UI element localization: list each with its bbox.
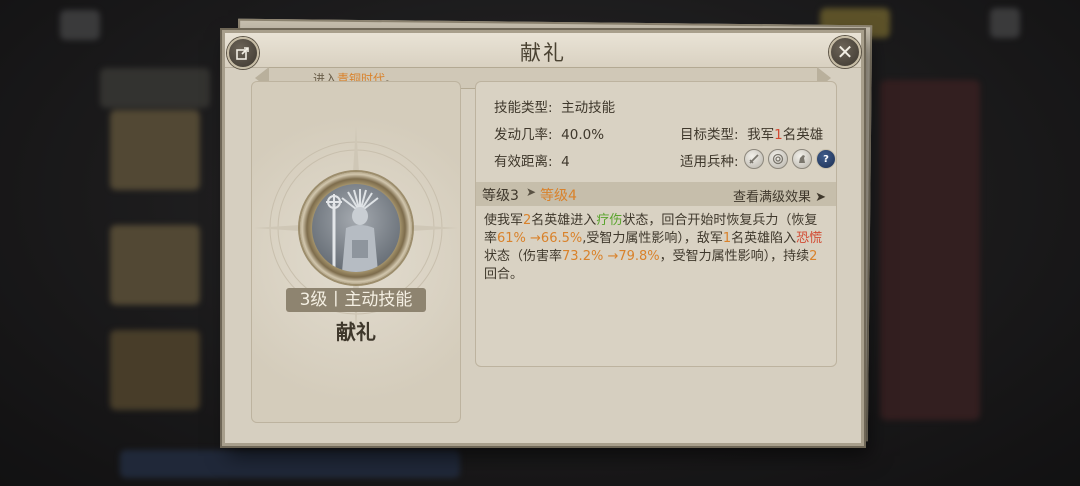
- skill-level-badge: 3级丨主动技能: [286, 288, 426, 312]
- troop-type-row: 适用兵种:: [680, 150, 739, 170]
- skill-type-value: 主动技能: [561, 100, 616, 116]
- desc-text: 名英雄陷入: [731, 231, 797, 246]
- level-arrow-icon: ➤: [526, 185, 537, 199]
- share-button[interactable]: [227, 37, 259, 69]
- target-type-row: 目标类型: 我军1名英雄: [680, 123, 823, 143]
- status-panic[interactable]: 恐慌: [796, 231, 822, 246]
- trigger-rate-label: 发动几率:: [494, 127, 553, 143]
- horse-icon[interactable]: [792, 149, 812, 169]
- sword-icon[interactable]: [744, 149, 764, 169]
- modal-title: 献礼: [520, 41, 566, 65]
- title-bar: 献礼 ✕: [225, 33, 861, 69]
- skill-description: 使我军2名英雄进入疗伤状态，回合开始时恢复兵力（恢复率61% →66.5%,受智…: [484, 212, 830, 284]
- desc-rate: 73.2% →79.8%: [562, 249, 660, 264]
- level-row: 等级3 ➤ 等级4 查看满级效果 ➤: [476, 182, 836, 206]
- target-icon[interactable]: [768, 149, 788, 169]
- target-suffix: 名英雄: [782, 127, 824, 143]
- target-type-label: 目标类型:: [680, 127, 739, 143]
- troop-type-label: 适用兵种:: [680, 154, 739, 170]
- skill-type-label: 技能类型:: [494, 100, 553, 116]
- target-prefix: 我军: [747, 127, 775, 143]
- skill-type-row: 技能类型: 主动技能: [494, 96, 615, 116]
- skill-name: 献礼: [336, 320, 376, 344]
- next-level: 等级4: [540, 188, 577, 204]
- desc-text: 名英雄进入: [531, 213, 597, 228]
- view-max-effect-link[interactable]: 查看满级效果 ➤: [733, 186, 826, 205]
- close-icon: ✕: [836, 40, 854, 64]
- trigger-rate-row: 发动几率: 40.0%: [494, 123, 604, 143]
- range-row: 有效距离: 4: [494, 150, 570, 170]
- desc-number: 2: [809, 249, 818, 264]
- skill-portrait-panel: 3级丨主动技能 献礼: [251, 81, 461, 423]
- desc-text: 使我军: [484, 213, 524, 228]
- skill-info-panel: 技能类型: 主动技能 发动几率: 40.0% 有效距离: 4 目标类型: 我军1…: [475, 81, 837, 367]
- range-label: 有效距离:: [494, 154, 553, 170]
- target-count: 1: [774, 127, 783, 143]
- desc-rate: 61% →66.5%: [497, 231, 583, 246]
- skill-statue-icon: [312, 184, 400, 272]
- desc-number: 1: [722, 231, 732, 246]
- desc-text: ，受智力属性影响），持续: [659, 249, 810, 264]
- current-level: 等级3: [482, 188, 519, 204]
- skill-portrait[interactable]: [300, 172, 412, 284]
- desc-text: 状态（伤害率: [484, 249, 563, 264]
- desc-text: 回合。: [484, 267, 524, 282]
- status-heal[interactable]: 疗伤: [596, 213, 622, 228]
- range-value: 4: [561, 154, 570, 170]
- question-icon[interactable]: ?: [816, 149, 836, 169]
- share-icon: [236, 47, 249, 60]
- desc-text: ,受智力属性影响），敌军: [582, 231, 723, 246]
- trigger-rate-value: 40.0%: [561, 127, 605, 143]
- skill-detail-modal: 献礼 ✕ 进入青铜时代。 3级丨主动技能 献礼 技能类型: 主动技能 发动几率:…: [222, 30, 864, 446]
- troop-icons: ?: [744, 149, 836, 169]
- close-button[interactable]: ✕: [829, 36, 861, 68]
